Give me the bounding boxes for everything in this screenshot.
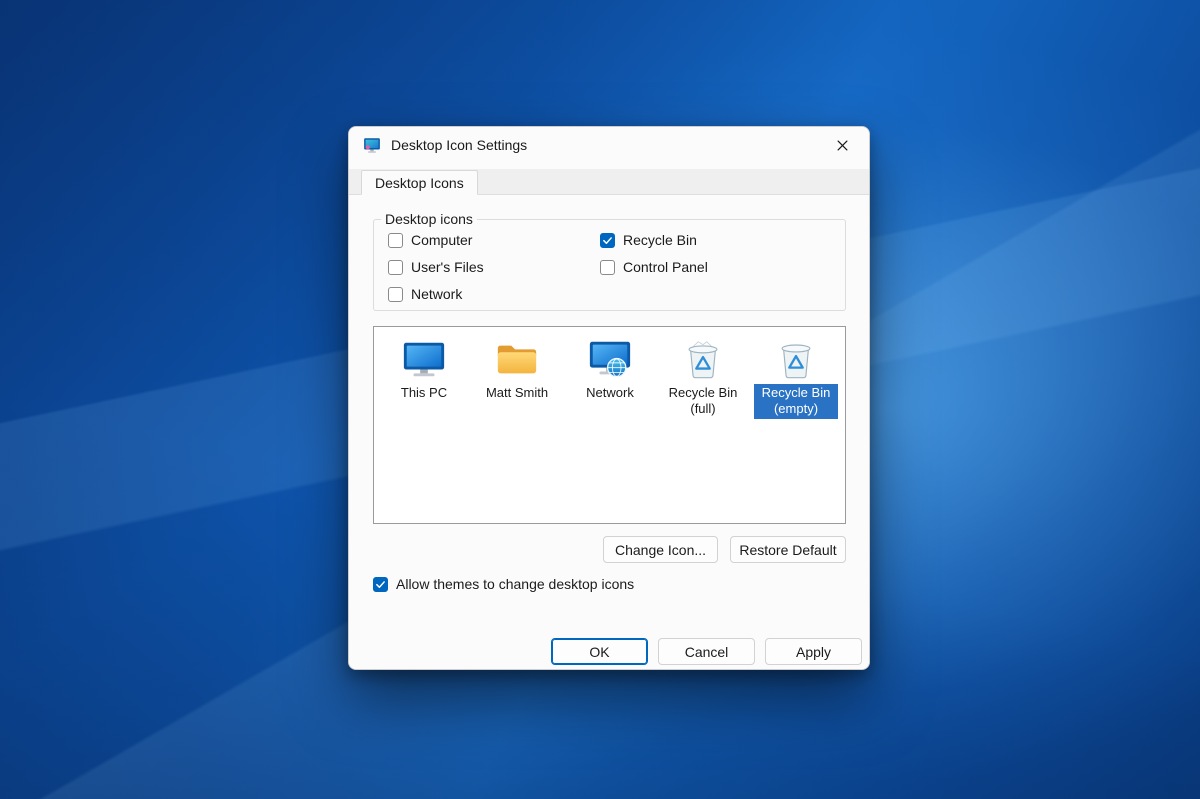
tab-label: Desktop Icons [375, 175, 464, 191]
allow-themes-checkbox-box[interactable] [373, 577, 388, 592]
tab-strip: Desktop Icons [349, 169, 869, 195]
checkbox-users-files-box[interactable] [388, 260, 403, 275]
desktop-icon-settings-window: Desktop Icon Settings Desktop Icons Desk… [348, 126, 870, 670]
checkbox-network-label: Network [411, 286, 462, 302]
checkbox-users-files[interactable]: User's Files [388, 257, 600, 277]
checkbox-computer-box[interactable] [388, 233, 403, 248]
checkbox-recycle-bin-label: Recycle Bin [623, 232, 697, 248]
icon-item-label: This PC [397, 384, 451, 402]
icon-item-label: Recycle Bin (empty) [754, 384, 838, 419]
icon-item-this-pc[interactable]: This PC [380, 336, 468, 402]
checkbox-control-panel[interactable]: Control Panel [600, 257, 845, 277]
title-bar: Desktop Icon Settings [349, 127, 869, 163]
icon-item-label: Network [582, 384, 638, 402]
checkbox-users-files-label: User's Files [411, 259, 484, 275]
close-icon [837, 140, 848, 151]
allow-themes-checkbox-label: Allow themes to change desktop icons [396, 576, 634, 592]
close-button[interactable] [821, 130, 863, 160]
cancel-button[interactable]: Cancel [658, 638, 755, 665]
this-pc-icon [401, 336, 447, 382]
icon-listbox[interactable]: This PC Matt Smith [373, 326, 846, 524]
recycle-bin-empty-icon [773, 336, 819, 382]
icon-item-label: Recycle Bin (full) [661, 384, 745, 419]
dialog-buttons: OK Cancel Apply [551, 638, 862, 665]
checkbox-grid: Computer Recycle Bin User's Files [374, 227, 845, 304]
checkbox-computer-label: Computer [411, 232, 472, 248]
desktop-icons-group: Desktop icons Computer Recycle Bin [373, 211, 846, 311]
window-title: Desktop Icon Settings [391, 137, 527, 153]
checkbox-computer[interactable]: Computer [388, 230, 600, 250]
icon-action-buttons: Change Icon... Restore Default [603, 536, 846, 563]
tab-page: Desktop icons Computer Recycle Bin [349, 195, 869, 670]
apply-button[interactable]: Apply [765, 638, 862, 665]
icon-item-recycle-bin-empty[interactable]: Recycle Bin (empty) [752, 336, 840, 419]
checkbox-control-panel-label: Control Panel [623, 259, 708, 275]
checkbox-network-box[interactable] [388, 287, 403, 302]
ok-button[interactable]: OK [551, 638, 648, 665]
icon-item-user-folder[interactable]: Matt Smith [473, 336, 561, 402]
group-title: Desktop icons [381, 211, 477, 227]
checkbox-recycle-bin[interactable]: Recycle Bin [600, 230, 845, 250]
checkbox-network[interactable]: Network [388, 284, 600, 304]
allow-themes-checkbox[interactable]: Allow themes to change desktop icons [373, 574, 634, 594]
restore-default-button[interactable]: Restore Default [730, 536, 846, 563]
icon-item-label: Matt Smith [482, 384, 552, 402]
icon-item-network[interactable]: Network [566, 336, 654, 402]
change-icon-button[interactable]: Change Icon... [603, 536, 718, 563]
desktop-icon-settings-icon [363, 136, 381, 154]
checkbox-control-panel-box[interactable] [600, 260, 615, 275]
icon-item-recycle-bin-full[interactable]: Recycle Bin (full) [659, 336, 747, 419]
tab-desktop-icons[interactable]: Desktop Icons [361, 170, 478, 195]
checkbox-recycle-bin-box[interactable] [600, 233, 615, 248]
network-icon [587, 336, 633, 382]
user-folder-icon [494, 336, 540, 382]
recycle-bin-full-icon [680, 336, 726, 382]
